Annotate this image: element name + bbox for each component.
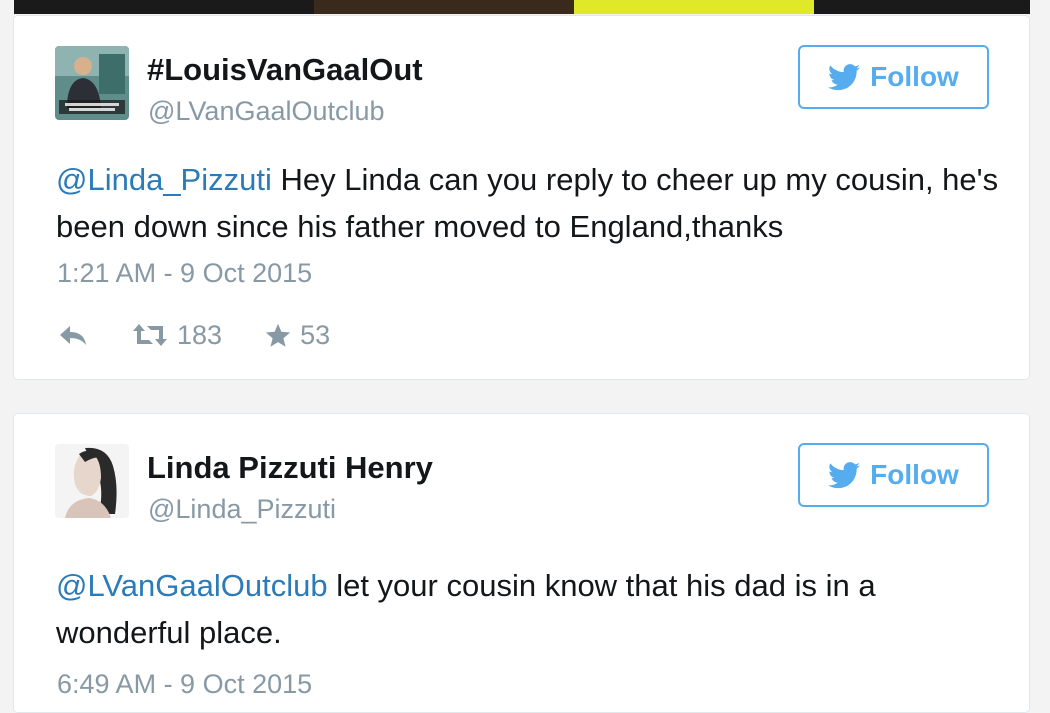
twitter-bird-icon [828,461,861,489]
tweet-card: Linda Pizzuti Henry @Linda_Pizzuti Follo… [13,413,1030,713]
tweet-text: @LVanGaalOutclub let your cousin know th… [56,562,1006,656]
author-handle[interactable]: @Linda_Pizzuti [148,494,336,525]
author-name[interactable]: #LouisVanGaalOut [147,52,423,88]
star-icon [264,322,292,349]
mention-link[interactable]: @Linda_Pizzuti [56,162,272,197]
reply-icon [57,323,89,347]
follow-label: Follow [870,459,959,490]
retweet-button[interactable]: 183 [131,320,222,351]
retweet-icon [131,322,169,348]
reply-button[interactable] [57,323,89,347]
tweet-actions: 183 53 [57,318,330,352]
embedded-photo-strip [14,0,1030,14]
avatar[interactable] [55,46,129,120]
tweet-timestamp[interactable]: 1:21 AM - 9 Oct 2015 [57,258,312,289]
tweet-timestamp[interactable]: 6:49 AM - 9 Oct 2015 [57,669,312,700]
author-handle[interactable]: @LVanGaalOutclub [148,96,385,127]
follow-label: Follow [870,61,959,92]
follow-button[interactable]: Follow [798,443,989,507]
favorite-button[interactable]: 53 [264,320,330,351]
twitter-bird-icon [828,63,861,91]
tweet-card: #LouisVanGaalOut @LVanGaalOutclub Follow… [13,15,1030,380]
favorite-count: 53 [300,319,331,350]
mention-link[interactable]: @LVanGaalOutclub [56,568,328,603]
retweet-count: 183 [177,319,223,350]
tweet-text: @Linda_Pizzuti Hey Linda can you reply t… [56,156,1006,250]
author-name[interactable]: Linda Pizzuti Henry [147,450,433,486]
avatar[interactable] [55,444,129,518]
follow-button[interactable]: Follow [798,45,989,109]
